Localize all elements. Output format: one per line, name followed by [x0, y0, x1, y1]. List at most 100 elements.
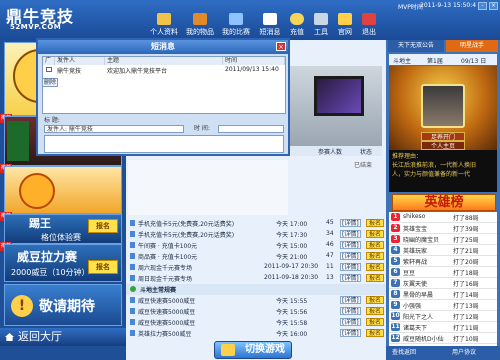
- switch-game-button[interactable]: 切换游戏: [214, 341, 292, 359]
- nav-label: 个人资料: [150, 28, 178, 36]
- match-count: 34: [326, 230, 334, 237]
- ad-banner-3[interactable]: [4, 166, 122, 214]
- nav-label: 工具: [314, 28, 328, 36]
- tablet-image: [314, 76, 364, 116]
- table-row[interactable]: 午间赛 · 充值卡100元 今天 15:00 46 [详情] 报名: [126, 240, 386, 251]
- list-item[interactable]: 8 黑骨的早晨 打了14局: [389, 289, 497, 300]
- match-name: 手机充值卡5元(免费赛,20元话费奖): [138, 221, 235, 228]
- signup-button[interactable]: 报名: [366, 263, 385, 271]
- minimize-button[interactable]: -: [478, 2, 487, 10]
- match-name: 威豆快速赛5000威豆: [138, 298, 196, 305]
- signup-button[interactable]: 报名: [88, 219, 118, 233]
- list-item[interactable]: 11 诸葛天下 打了11局: [389, 322, 497, 333]
- detail-link[interactable]: [详情]: [340, 263, 361, 271]
- bottom-link-left[interactable]: 查找返回: [392, 346, 416, 360]
- tab-star-players[interactable]: 明星战手: [446, 40, 498, 52]
- coin-icon: [290, 13, 304, 25]
- delete-button[interactable]: 删除: [42, 78, 58, 87]
- table-row[interactable]: 周日现金千元赛专场 2011-09-18 20:30 13 [详情] 报名: [126, 273, 386, 284]
- table-row[interactable]: 鼎牛竞技 欢迎加入鼎牛竞技平台 2011/09/13 15:40: [43, 65, 285, 75]
- signup-button[interactable]: 报名: [366, 219, 385, 227]
- nav-tools[interactable]: 工具: [310, 13, 332, 39]
- gamepad-icon: [221, 344, 235, 356]
- home-icon: [338, 13, 352, 25]
- nav-messages[interactable]: 短消息: [256, 13, 284, 39]
- table-row[interactable]: 威豆快速赛5000威豆 今天 15:58 [详情] 报名: [126, 317, 386, 328]
- detail-link[interactable]: [详情]: [340, 252, 361, 260]
- promo-banner[interactable]: [290, 66, 382, 146]
- player-name: 黑骨的早晨: [403, 292, 434, 299]
- detail-link[interactable]: [详情]: [340, 230, 361, 238]
- list-item[interactable]: 3 晓幽的魔宝贝 打了25局: [389, 234, 497, 245]
- signup-button[interactable]: 报名: [366, 296, 385, 304]
- detail-link[interactable]: [详情]: [340, 329, 361, 337]
- profile-icon: [157, 13, 171, 25]
- table-row[interactable]: 商品赛 · 充值卡100元 今天 21:00 47 [详情] 报名: [126, 251, 386, 262]
- signup-button[interactable]: 报名: [366, 329, 385, 337]
- list-item[interactable]: 10 阳光下之人 打了12局: [389, 311, 497, 322]
- list-item[interactable]: 6 豆豆 打了18局: [389, 267, 497, 278]
- list-item[interactable]: 9 小强强 打了13局: [389, 300, 497, 311]
- detail-link[interactable]: [详情]: [340, 274, 361, 282]
- detail-link[interactable]: [详情]: [340, 296, 361, 304]
- signup-button[interactable]: 报名: [366, 274, 385, 282]
- match-card-title: 踢王: [29, 217, 51, 230]
- match-name: 午间赛 · 充值卡100元: [138, 243, 198, 250]
- table-row[interactable]: 威豆快速赛5000威豆 今天 15:56 [详情] 报名: [126, 306, 386, 317]
- nav-items[interactable]: 我的物品: [184, 13, 216, 39]
- dialog-title: 短消息: [38, 40, 288, 54]
- rank-number: 5: [391, 257, 400, 265]
- list-item[interactable]: 7 灰翼天使 打了16局: [389, 278, 497, 289]
- table-row[interactable]: 威豆快速赛5000威豆 今天 15:55 [详情] 报名: [126, 295, 386, 306]
- table-row[interactable]: 手机充值卡5元(免费赛,20元话费奖) 今天 17:00 45 [详情] 报名: [126, 218, 386, 229]
- list-item[interactable]: 12 威豆随机D小仙 打了10局: [389, 333, 497, 344]
- homepage-button[interactable]: 个人主页: [421, 141, 465, 150]
- table-row[interactable]: 英雄拉力赛500威豆 今天 16:00 [详情] 报名: [126, 328, 386, 339]
- table-row[interactable]: 手机充值卡5元(免费赛,20元话费奖) 今天 17:30 34 [详情] 报名: [126, 229, 386, 240]
- player-name: 阳光下之人: [403, 314, 434, 321]
- signup-button[interactable]: 报名: [366, 318, 385, 326]
- match-count: 11: [326, 263, 334, 270]
- match-time: 今天 16:00: [276, 331, 308, 338]
- player-score: 打了13局: [453, 303, 479, 310]
- nav-exit[interactable]: 退出: [358, 13, 380, 39]
- dialog-close-button[interactable]: ×: [276, 42, 286, 51]
- bottom-link-right[interactable]: 用户协议: [452, 346, 476, 360]
- section-header[interactable]: 斗地主常规赛: [126, 284, 386, 295]
- signup-button[interactable]: 报名: [366, 307, 385, 315]
- close-window-button[interactable]: ×: [489, 2, 498, 10]
- signup-button[interactable]: 报名: [366, 252, 385, 260]
- detail-link[interactable]: [详情]: [340, 318, 361, 326]
- match-time: 今天 15:58: [276, 320, 308, 327]
- back-to-hall-button[interactable]: 返回大厅: [0, 328, 126, 346]
- match-time: 2011-09-17 20:30: [264, 263, 319, 270]
- match-count: 47: [326, 252, 334, 259]
- detail-link[interactable]: [详情]: [340, 219, 361, 227]
- nav-matches[interactable]: 我的比赛: [220, 13, 252, 39]
- match-name: 周日现金千元赛专场: [138, 276, 193, 283]
- detail-link[interactable]: [详情]: [340, 241, 361, 249]
- nav-profile[interactable]: 个人资料: [148, 13, 180, 39]
- enter-room-button[interactable]: 足养开门: [421, 132, 465, 141]
- plus-icon: [130, 286, 136, 292]
- message-body-box[interactable]: [44, 135, 284, 153]
- list-item[interactable]: 4 英雄玩家 打了21局: [389, 245, 497, 256]
- match-time: 今天 17:00: [276, 221, 308, 228]
- match-name: 周六现金千元赛专场: [138, 265, 193, 272]
- list-item[interactable]: 5 紫轩再战 打了20局: [389, 256, 497, 267]
- tab-announcement[interactable]: 天下无双公告: [388, 40, 444, 52]
- list-item[interactable]: 2 英雄宝宝 打了39局: [389, 223, 497, 234]
- signup-button[interactable]: 报名: [366, 230, 385, 238]
- nav-recharge[interactable]: 充值: [286, 13, 308, 39]
- nav-website[interactable]: 官网: [334, 13, 356, 39]
- list-item[interactable]: 1 shikeso 打了88局: [389, 212, 497, 223]
- trophy-icon: [130, 264, 135, 270]
- signup-button[interactable]: 报名: [366, 241, 385, 249]
- message-dialog: 短消息 × 广 发件人 主题 时间 鼎牛竞技 欢迎加入鼎牛竞技平台 2011/0…: [36, 38, 290, 156]
- table-row[interactable]: 周六现金千元赛专场 2011-09-17 20:30 11 [详情] 报名: [126, 262, 386, 273]
- champion-avatar[interactable]: [421, 84, 465, 128]
- coming-soon-text: 敬请期待: [39, 299, 95, 315]
- signup-button[interactable]: 报名: [88, 260, 118, 274]
- detail-link[interactable]: [详情]: [340, 307, 361, 315]
- wrench-icon: [314, 13, 328, 25]
